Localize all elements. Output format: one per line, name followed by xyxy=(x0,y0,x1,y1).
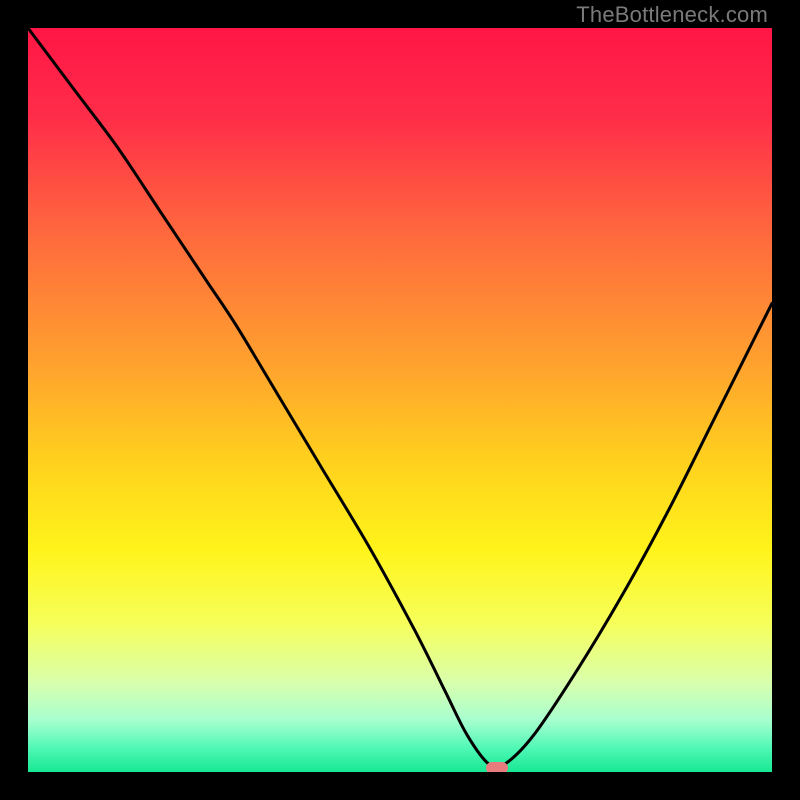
chart-frame: TheBottleneck.com xyxy=(0,0,800,800)
plot-area xyxy=(28,28,772,772)
optimal-marker xyxy=(486,762,508,772)
watermark-text: TheBottleneck.com xyxy=(576,2,768,28)
bottleneck-curve xyxy=(28,28,772,772)
